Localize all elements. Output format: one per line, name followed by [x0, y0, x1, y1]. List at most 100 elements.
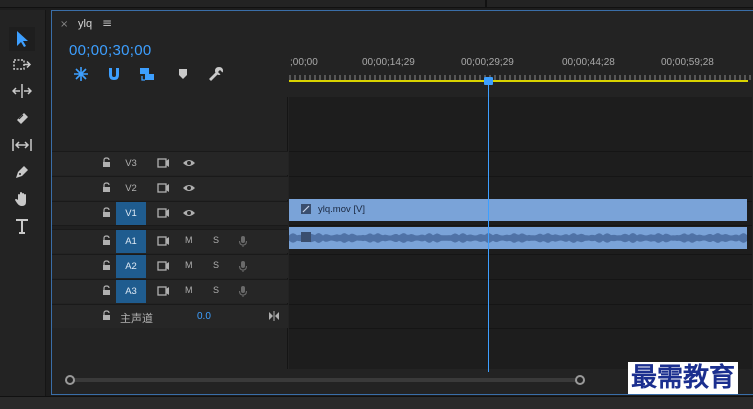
track-header-v1[interactable]: V1	[52, 201, 288, 225]
lock-icon[interactable]	[102, 207, 111, 218]
type-tool[interactable]	[9, 214, 35, 238]
track-name[interactable]: A2	[116, 255, 146, 278]
snap-toggle[interactable]	[105, 65, 123, 83]
ruler-label: 00;00;29;29	[461, 57, 514, 68]
sync-lock-icon[interactable]	[157, 207, 170, 219]
eye-icon[interactable]	[182, 182, 196, 194]
fx-badge-icon	[301, 204, 311, 214]
sync-lock-icon[interactable]	[157, 260, 170, 272]
mute-button[interactable]: M	[185, 235, 193, 245]
eye-icon[interactable]	[182, 207, 196, 219]
wrench-icon	[209, 67, 223, 81]
work-area-bar[interactable]	[289, 80, 748, 82]
slip-tool[interactable]	[9, 133, 35, 157]
ruler-label: 00;00;14;29	[362, 57, 415, 68]
track-select-tool[interactable]	[9, 53, 35, 77]
lock-icon[interactable]	[102, 235, 111, 246]
hand-tool[interactable]	[9, 187, 35, 211]
sync-lock-icon[interactable]	[157, 157, 170, 169]
eye-icon[interactable]	[182, 157, 196, 169]
master-volume-value[interactable]: 0.0	[197, 311, 211, 322]
track-divider	[289, 151, 752, 152]
microphone-icon[interactable]	[238, 260, 248, 273]
microphone-icon[interactable]	[238, 285, 248, 298]
selection-arrow-icon	[17, 31, 28, 47]
lock-icon[interactable]	[102, 157, 111, 168]
track-divider	[289, 176, 752, 177]
panel-separator	[485, 0, 487, 8]
track-content-area[interactable]: ylq.mov [V]	[289, 97, 752, 369]
ruler-label: ;00;00	[290, 57, 318, 68]
ruler-label: 00;00;59;28	[661, 57, 714, 68]
track-header-v2[interactable]: V2	[52, 176, 288, 200]
track-name[interactable]: V1	[116, 202, 146, 225]
top-strip	[0, 0, 753, 8]
solo-button[interactable]: S	[213, 285, 219, 295]
track-divider	[289, 225, 752, 226]
tab-sequence-title[interactable]: ylq	[78, 18, 92, 30]
tab-close-button[interactable]: ×	[60, 19, 68, 30]
track-header-master[interactable]: 主声道 0.0	[52, 304, 288, 328]
mute-button[interactable]: M	[185, 285, 193, 295]
watermark-logo: 最需教育	[628, 362, 739, 394]
marker-icon	[179, 69, 187, 79]
video-clip-label: ylq.mov [V]	[318, 204, 365, 215]
insert-overwrite-toggle[interactable]	[72, 65, 90, 83]
track-name[interactable]: V2	[116, 177, 146, 200]
slip-icon	[12, 139, 32, 151]
linked-selection-icon	[140, 68, 154, 81]
sync-lock-icon[interactable]	[157, 182, 170, 194]
track-header-a3[interactable]: A3 M S	[52, 279, 288, 303]
time-ruler[interactable]: ;00;00 00;00;14;29 00;00;29;29 00;00;44;…	[289, 49, 752, 85]
track-name[interactable]: A3	[116, 280, 146, 303]
track-select-icon	[13, 59, 31, 70]
timeline-settings-button[interactable]	[207, 65, 225, 83]
lock-icon[interactable]	[102, 182, 111, 193]
razor-icon	[17, 113, 28, 124]
lock-icon[interactable]	[102, 310, 111, 321]
ripple-edit-tool[interactable]	[9, 79, 35, 103]
pen-tool[interactable]	[9, 160, 35, 184]
audio-clip[interactable]	[289, 227, 747, 249]
sync-lock-icon[interactable]	[157, 235, 170, 247]
pen-icon	[16, 166, 28, 178]
timeline-panel: × ylq ≡ 00;00;30;00 ;00;00 00;00;14;29 0…	[51, 10, 753, 395]
nest-sequence-icon	[74, 67, 88, 81]
track-header-a2[interactable]: A2 M S	[52, 254, 288, 278]
selection-tool[interactable]	[9, 27, 35, 51]
lock-icon[interactable]	[102, 285, 111, 296]
fx-badge-icon	[301, 232, 311, 242]
master-track-label: 主声道	[120, 312, 153, 325]
audio-waveform	[289, 232, 747, 243]
solo-button[interactable]: S	[213, 235, 219, 245]
panel-menu-icon[interactable]: ≡	[102, 16, 112, 30]
scroll-handle-start[interactable]	[65, 375, 75, 385]
bottom-strip	[0, 396, 753, 409]
track-divider	[289, 328, 752, 329]
ruler-label: 00;00;44;28	[562, 57, 615, 68]
razor-tool[interactable]	[9, 106, 35, 130]
track-header-v3[interactable]: V3	[52, 151, 288, 175]
track-header-a1[interactable]: A1 M S	[52, 229, 288, 253]
microphone-icon[interactable]	[238, 235, 248, 248]
go-to-end-icon[interactable]	[268, 311, 280, 321]
track-name[interactable]: V3	[116, 152, 146, 175]
video-clip[interactable]: ylq.mov [V]	[289, 199, 747, 221]
linked-selection-toggle[interactable]	[138, 65, 156, 83]
scrollbar-track[interactable]	[70, 378, 580, 382]
playhead-line[interactable]	[488, 82, 489, 372]
scroll-handle-end[interactable]	[575, 375, 585, 385]
mute-button[interactable]: M	[185, 260, 193, 270]
ripple-edit-icon	[12, 84, 32, 98]
playhead-handle[interactable]	[484, 77, 493, 85]
track-headers: V3 V2 V1 A1 M S A2 M S A3 M S 主声道 0.0	[52, 97, 288, 369]
solo-button[interactable]: S	[213, 260, 219, 270]
track-divider	[289, 254, 752, 255]
sync-lock-icon[interactable]	[157, 285, 170, 297]
track-divider	[289, 304, 752, 305]
lock-icon[interactable]	[102, 260, 111, 271]
playhead-timecode[interactable]: 00;00;30;00	[69, 42, 152, 59]
track-name[interactable]: A1	[116, 230, 146, 253]
tab-bar: × ylq ≡	[52, 11, 752, 37]
add-marker-button[interactable]	[174, 65, 192, 83]
